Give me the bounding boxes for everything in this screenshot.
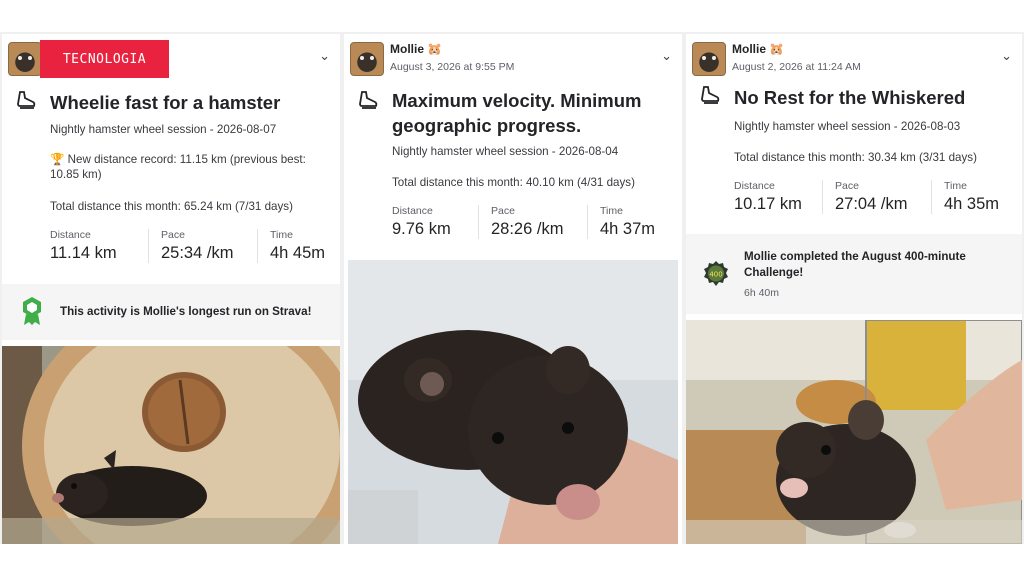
activity-photo[interactable] [686, 320, 1022, 544]
activity-date: August 3, 2026 at 9:55 PM [390, 61, 515, 73]
activity-card-2[interactable]: Mollie 🐹 August 3, 2026 at 9:55 PM ⌄ Max… [344, 34, 682, 544]
running-shoe-icon [17, 91, 36, 109]
athlete-name[interactable]: Mollie 🐹 [732, 42, 784, 56]
stat-time: Time 4h 35m [931, 180, 1013, 214]
activity-card-3[interactable]: Mollie 🐹 August 2, 2026 at 11:24 AM ⌄ No… [686, 34, 1022, 544]
challenge-duration: 6h 40m [744, 287, 780, 299]
activity-card-1[interactable]: ⌄ Wheelie fast for a hamster Nightly ham… [2, 34, 340, 544]
stat-label: Pace [491, 205, 515, 217]
chevron-down-icon[interactable]: ⌄ [661, 48, 672, 64]
activity-title[interactable]: Maximum velocity. Minimum geographic pro… [392, 88, 662, 138]
hamster-wheel-photo [2, 346, 340, 544]
activity-photo[interactable] [2, 346, 340, 544]
stat-value: 4h 35m [944, 195, 1000, 213]
stat-distance: Distance 10.17 km [734, 180, 822, 214]
challenge-badge-label: 400 [709, 271, 722, 279]
achievement-badge-icon [23, 297, 41, 325]
avatar[interactable] [692, 42, 726, 76]
stat-time: Time 4h 45m [257, 229, 339, 263]
chevron-down-icon[interactable]: ⌄ [1001, 48, 1012, 64]
monthly-total: Total distance this month: 65.24 km (7/3… [50, 200, 293, 213]
stat-label: Distance [734, 180, 775, 192]
stats-row: Distance 11.14 km Pace 25:34 /km Time 4h… [50, 229, 339, 263]
hamster-hand-photo [348, 260, 678, 544]
monthly-total: Total distance this month: 30.34 km (3/3… [734, 151, 977, 164]
stat-value: 27:04 /km [835, 195, 908, 213]
stat-value: 4h 45m [270, 244, 326, 262]
activity-date: August 2, 2026 at 11:24 AM [732, 61, 861, 73]
stat-label: Pace [161, 229, 185, 241]
stat-pace: Pace 25:34 /km [148, 229, 257, 263]
activity-description: Nightly hamster wheel session - 2026-08-… [392, 145, 619, 158]
stat-label: Pace [835, 180, 859, 192]
challenge-banner[interactable]: 400 Mollie completed the August 400-minu… [686, 234, 1022, 314]
stats-row: Distance 9.76 km Pace 28:26 /km Time 4h … [392, 205, 669, 239]
stat-distance: Distance 9.76 km [392, 205, 478, 239]
achievement-banner[interactable]: This activity is Mollie's longest run on… [2, 284, 340, 340]
stat-time: Time 4h 37m [587, 205, 669, 239]
category-tag: TECNOLOGIA [40, 40, 169, 78]
stat-label: Distance [392, 205, 433, 217]
running-shoe-icon [359, 91, 378, 109]
stat-value: 11.14 km [50, 244, 117, 262]
stat-value: 9.76 km [392, 220, 451, 238]
stat-label: Distance [50, 229, 91, 241]
challenge-text: Mollie completed the August 400-minute C… [744, 250, 966, 279]
achievement-text: This activity is Mollie's longest run on… [60, 305, 312, 318]
chevron-down-icon[interactable]: ⌄ [319, 48, 330, 64]
hamster-cage-photo [686, 320, 1022, 544]
athlete-name[interactable]: Mollie 🐹 [390, 42, 442, 56]
stat-value: 10.17 km [734, 195, 802, 213]
activity-description: Nightly hamster wheel session - 2026-08-… [734, 120, 961, 133]
monthly-total: Total distance this month: 40.10 km (4/3… [392, 176, 635, 189]
stat-label: Time [944, 180, 967, 192]
record-note: 🏆 New distance record: 11.15 km (previou… [50, 153, 306, 181]
stat-label: Time [270, 229, 293, 241]
avatar[interactable] [350, 42, 384, 76]
stats-row: Distance 10.17 km Pace 27:04 /km Time 4h… [734, 180, 1013, 214]
stat-value: 25:34 /km [161, 244, 234, 262]
stat-label: Time [600, 205, 623, 217]
stat-value: 4h 37m [600, 220, 656, 238]
activity-title[interactable]: No Rest for the Whiskered [734, 85, 965, 110]
challenge-badge-icon: 400 [704, 261, 728, 286]
stat-pace: Pace 28:26 /km [478, 205, 587, 239]
activity-description: Nightly hamster wheel session - 2026-08-… [50, 123, 277, 136]
stat-value: 28:26 /km [491, 220, 564, 238]
avatar[interactable] [8, 42, 42, 76]
stat-pace: Pace 27:04 /km [822, 180, 931, 214]
activity-photo[interactable] [348, 260, 678, 544]
running-shoe-icon [701, 86, 720, 104]
stat-distance: Distance 11.14 km [50, 229, 148, 263]
activity-title[interactable]: Wheelie fast for a hamster [50, 90, 280, 115]
